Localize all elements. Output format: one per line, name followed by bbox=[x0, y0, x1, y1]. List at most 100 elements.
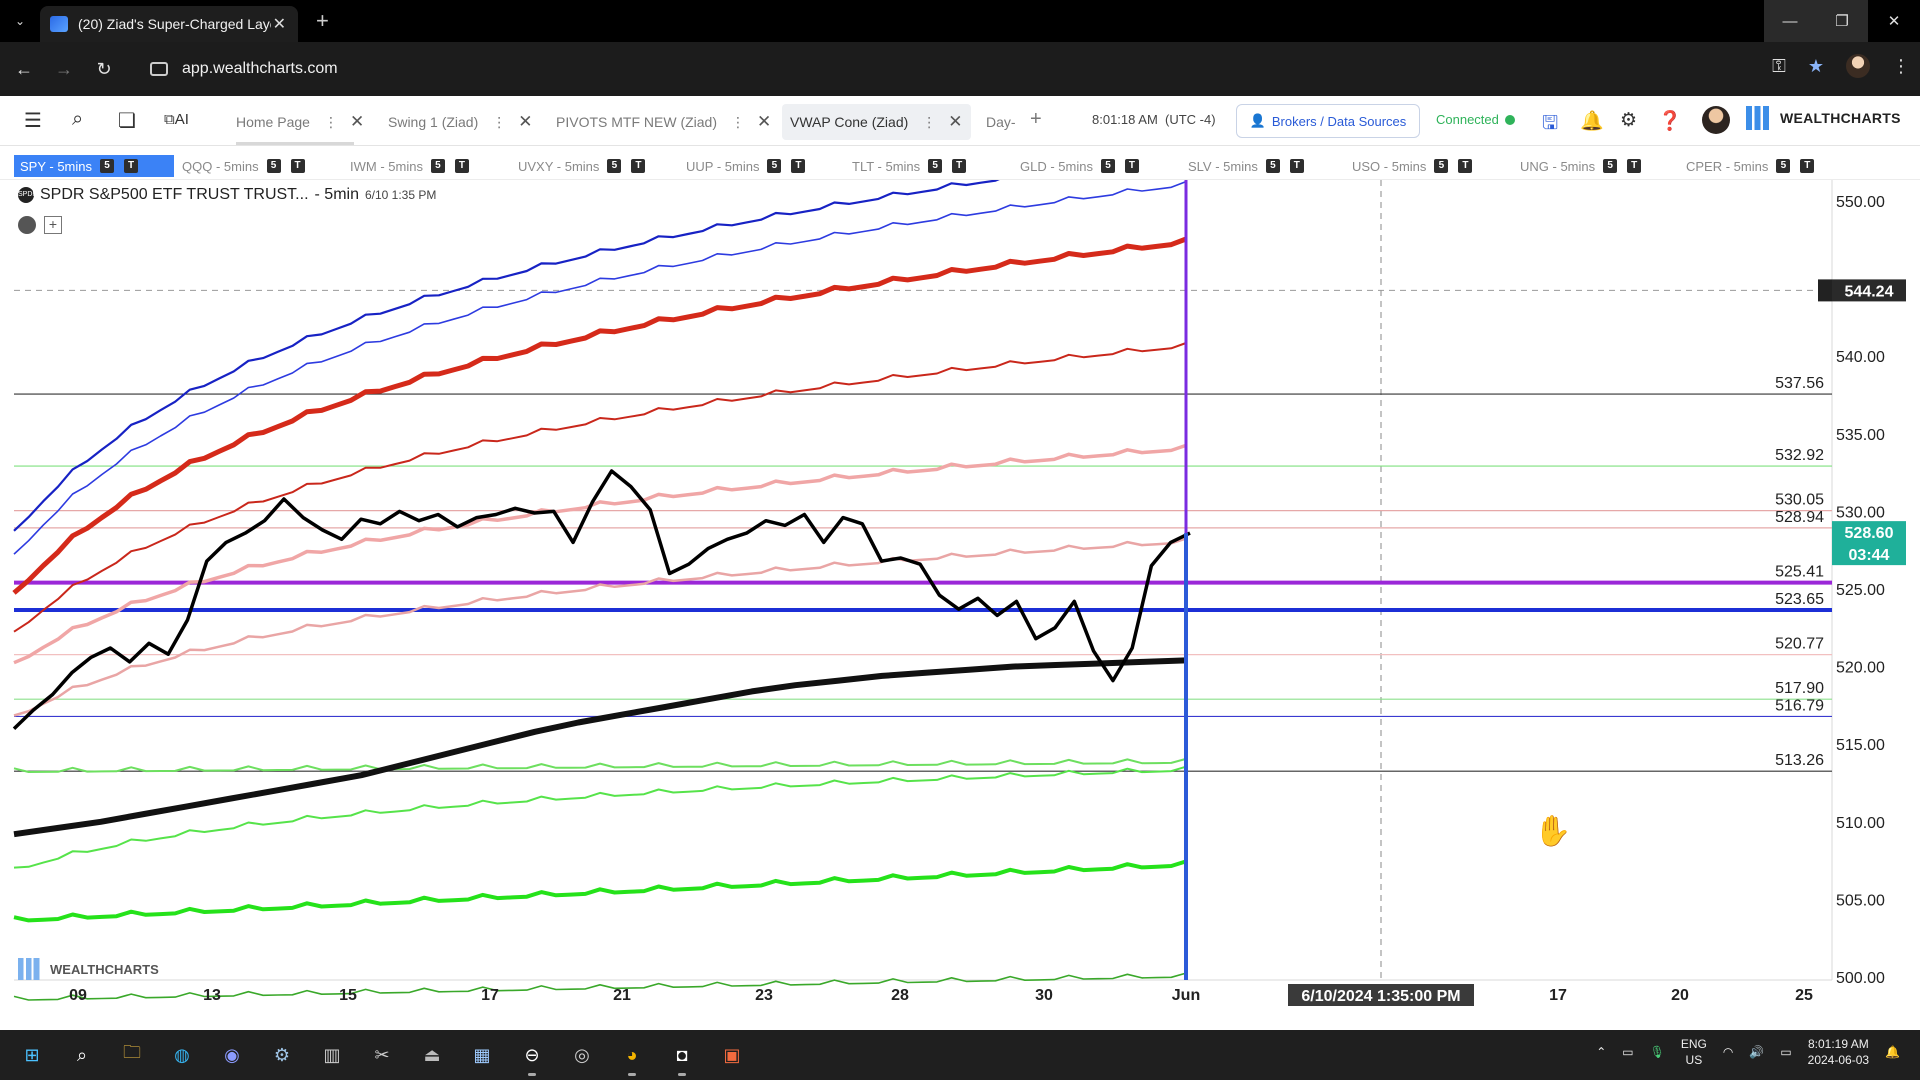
url-box[interactable]: app.wealthcharts.com bbox=[140, 50, 1830, 88]
trade-badge[interactable]: T bbox=[1289, 159, 1304, 173]
minimize-icon[interactable]: — bbox=[1764, 0, 1816, 42]
interval-badge[interactable]: 5 bbox=[607, 159, 622, 173]
interval-badge[interactable]: 5 bbox=[1265, 159, 1280, 173]
trade-badge[interactable]: T bbox=[1124, 159, 1139, 173]
symbol-tab-3[interactable]: IWM - 5mins 5 T bbox=[344, 155, 492, 177]
browser-tab[interactable]: (20) Ziad's Super-Charged Layo ✕ bbox=[40, 6, 298, 42]
tab-swing-1[interactable]: Swing 1 (Ziad) ⋮ ✕ bbox=[380, 104, 541, 140]
obs-icon[interactable]: ◎ bbox=[564, 1037, 600, 1073]
powerpoint-icon[interactable]: ▣ bbox=[714, 1037, 750, 1073]
volume-icon[interactable]: 🔊 bbox=[1749, 1045, 1764, 1059]
tab-home-page[interactable]: Home Page ⋮ ✕ bbox=[228, 104, 372, 140]
symbol-tab-7[interactable]: GLD - 5mins 5 T bbox=[1014, 155, 1162, 177]
tray-overflow-icon[interactable]: ⌃ bbox=[1596, 1045, 1606, 1059]
calculator-icon[interactable]: ▦ bbox=[464, 1037, 500, 1073]
tab-menu-icon[interactable]: ⋮ bbox=[922, 114, 936, 131]
gear-icon[interactable]: ⚙ bbox=[1620, 109, 1637, 132]
interval-badge[interactable]: 5 bbox=[430, 159, 445, 173]
password-key-icon[interactable]: ⚿ bbox=[1772, 56, 1786, 77]
symbol-tab-9[interactable]: USO - 5mins 5 T bbox=[1346, 155, 1494, 177]
edge-icon[interactable]: ◍ bbox=[164, 1037, 200, 1073]
tab-menu-icon[interactable]: ⋮ bbox=[324, 114, 338, 131]
interval-badge[interactable]: 5 bbox=[100, 159, 115, 173]
symbol-tab-4[interactable]: UVXY - 5mins 5 T bbox=[512, 155, 660, 177]
close-tab-icon[interactable]: ✕ bbox=[948, 112, 962, 132]
add-workspace-icon[interactable]: + bbox=[1030, 108, 1042, 131]
tab-search-icon[interactable]: ⌄ bbox=[8, 9, 32, 33]
app-icon-10[interactable]: ⊖ bbox=[514, 1037, 550, 1076]
profile-avatar[interactable] bbox=[1846, 54, 1870, 78]
system-clock[interactable]: 8:01:19 AM 2024-06-03 bbox=[1808, 1036, 1869, 1068]
site-info-icon[interactable] bbox=[150, 62, 168, 76]
price-chart[interactable]: 537.56 532.92 530.05528.94 525.41 523.65 520.… bbox=[0, 180, 1920, 1006]
add-indicator-icon[interactable]: + bbox=[44, 216, 62, 234]
symbol-tab-1[interactable]: SPY - 5mins 5 T bbox=[14, 155, 174, 177]
symbol-tab-8[interactable]: SLV - 5mins 5 T bbox=[1182, 155, 1330, 177]
tab-vwap-cone[interactable]: VWAP Cone (Ziad) ⋮ ✕ bbox=[782, 104, 971, 140]
new-tab-icon[interactable]: + bbox=[316, 8, 329, 34]
snipping-icon[interactable]: ✂ bbox=[364, 1037, 400, 1073]
app-icon-6[interactable]: ▥ bbox=[314, 1037, 350, 1073]
symbol-tab-10[interactable]: UNG - 5mins 5 T bbox=[1514, 155, 1662, 177]
file-explorer-icon[interactable]: 🗀 bbox=[114, 1037, 150, 1073]
interval-badge[interactable]: 5 bbox=[767, 159, 782, 173]
chrome-icon[interactable]: ◕ bbox=[614, 1037, 650, 1076]
browser-menu-icon[interactable]: ⋮ bbox=[1892, 56, 1910, 77]
language-indicator[interactable]: ENG US bbox=[1681, 1036, 1707, 1068]
trade-badge[interactable]: T bbox=[1800, 159, 1815, 173]
layouts-icon[interactable]: ❏ bbox=[118, 108, 136, 133]
save-icon[interactable]: 🖫 bbox=[1542, 109, 1558, 141]
close-tab-icon[interactable]: ✕ bbox=[757, 112, 771, 132]
trade-badge[interactable]: T bbox=[1458, 159, 1473, 173]
close-window-icon[interactable]: ✕ bbox=[1868, 0, 1920, 42]
wifi-icon[interactable]: ◠ bbox=[1723, 1045, 1733, 1059]
bell-icon[interactable]: 🔔 bbox=[1580, 109, 1604, 133]
steam-icon[interactable]: ⚙ bbox=[264, 1037, 300, 1073]
taskbar-search-icon[interactable]: ⌕ bbox=[64, 1037, 100, 1073]
trade-badge[interactable]: T bbox=[631, 159, 646, 173]
restore-icon[interactable]: ❐ bbox=[1816, 0, 1868, 42]
help-icon[interactable]: ❓ bbox=[1658, 109, 1682, 133]
app-icon-13[interactable]: ◘ bbox=[664, 1037, 700, 1076]
symbol-tab-6[interactable]: TLT - 5mins 5 T bbox=[846, 155, 994, 177]
interval-badge[interactable]: 5 bbox=[1434, 159, 1449, 173]
back-icon[interactable]: ← bbox=[4, 59, 44, 80]
symbol-tab-2[interactable]: QQQ - 5mins 5 T bbox=[176, 155, 324, 177]
battery-icon[interactable]: ▭ bbox=[1780, 1045, 1791, 1059]
trade-badge[interactable]: T bbox=[454, 159, 469, 173]
interval-badge[interactable]: 5 bbox=[928, 159, 943, 173]
tab-menu-icon[interactable]: ⋮ bbox=[731, 114, 745, 131]
symbol-tab-11[interactable]: CPER - 5mins 5 T bbox=[1680, 155, 1828, 177]
interval-badge[interactable]: 5 bbox=[1603, 159, 1618, 173]
bookmark-star-icon[interactable]: ★ bbox=[1808, 56, 1824, 77]
windows-start-icon[interactable]: ⊞ bbox=[14, 1037, 50, 1073]
hide-indicators-icon[interactable] bbox=[18, 216, 36, 234]
discord-icon[interactable]: ◉ bbox=[214, 1037, 250, 1073]
user-avatar[interactable] bbox=[1702, 106, 1730, 134]
reload-icon[interactable]: ↻ bbox=[84, 59, 124, 80]
hamburger-menu-icon[interactable]: ☰ bbox=[24, 108, 42, 133]
trade-badge[interactable]: T bbox=[952, 159, 967, 173]
tray-app-icon[interactable]: ▭ bbox=[1622, 1045, 1633, 1059]
trade-badge[interactable]: T bbox=[290, 159, 305, 173]
forward-icon[interactable]: → bbox=[44, 59, 84, 80]
close-tab-icon[interactable]: ✕ bbox=[518, 112, 532, 132]
trade-badge[interactable]: T bbox=[1627, 159, 1642, 173]
close-tab-icon[interactable]: ✕ bbox=[271, 14, 288, 34]
chart-area[interactable]: 537.56 532.92 530.05 528.94 525.41 523.65 520.… bbox=[0, 180, 1920, 1006]
brokers-button[interactable]: 👤 Brokers / Data Sources bbox=[1236, 104, 1420, 138]
notification-icon[interactable]: 🔔 bbox=[1885, 1045, 1900, 1059]
ai-icon[interactable]: ⧉AI bbox=[164, 111, 189, 128]
tab-pivots-mtf[interactable]: PIVOTS MTF NEW (Ziad) ⋮ ✕ bbox=[548, 104, 779, 140]
microphone-icon[interactable]: 🎙 bbox=[1650, 1045, 1665, 1059]
search-icon[interactable]: ⌕ bbox=[72, 108, 83, 131]
tab-menu-icon[interactable]: ⋮ bbox=[492, 114, 506, 131]
interval-badge[interactable]: 5 bbox=[1100, 159, 1115, 173]
close-tab-icon[interactable]: ✕ bbox=[350, 112, 364, 132]
trade-badge[interactable]: T bbox=[791, 159, 806, 173]
usb-icon[interactable]: ⏏ bbox=[414, 1037, 450, 1073]
interval-badge[interactable]: 5 bbox=[1776, 159, 1791, 173]
symbol-tab-5[interactable]: UUP - 5mins 5 T bbox=[680, 155, 828, 177]
interval-badge[interactable]: 5 bbox=[266, 159, 281, 173]
tab-day[interactable]: Day- bbox=[978, 104, 1024, 140]
